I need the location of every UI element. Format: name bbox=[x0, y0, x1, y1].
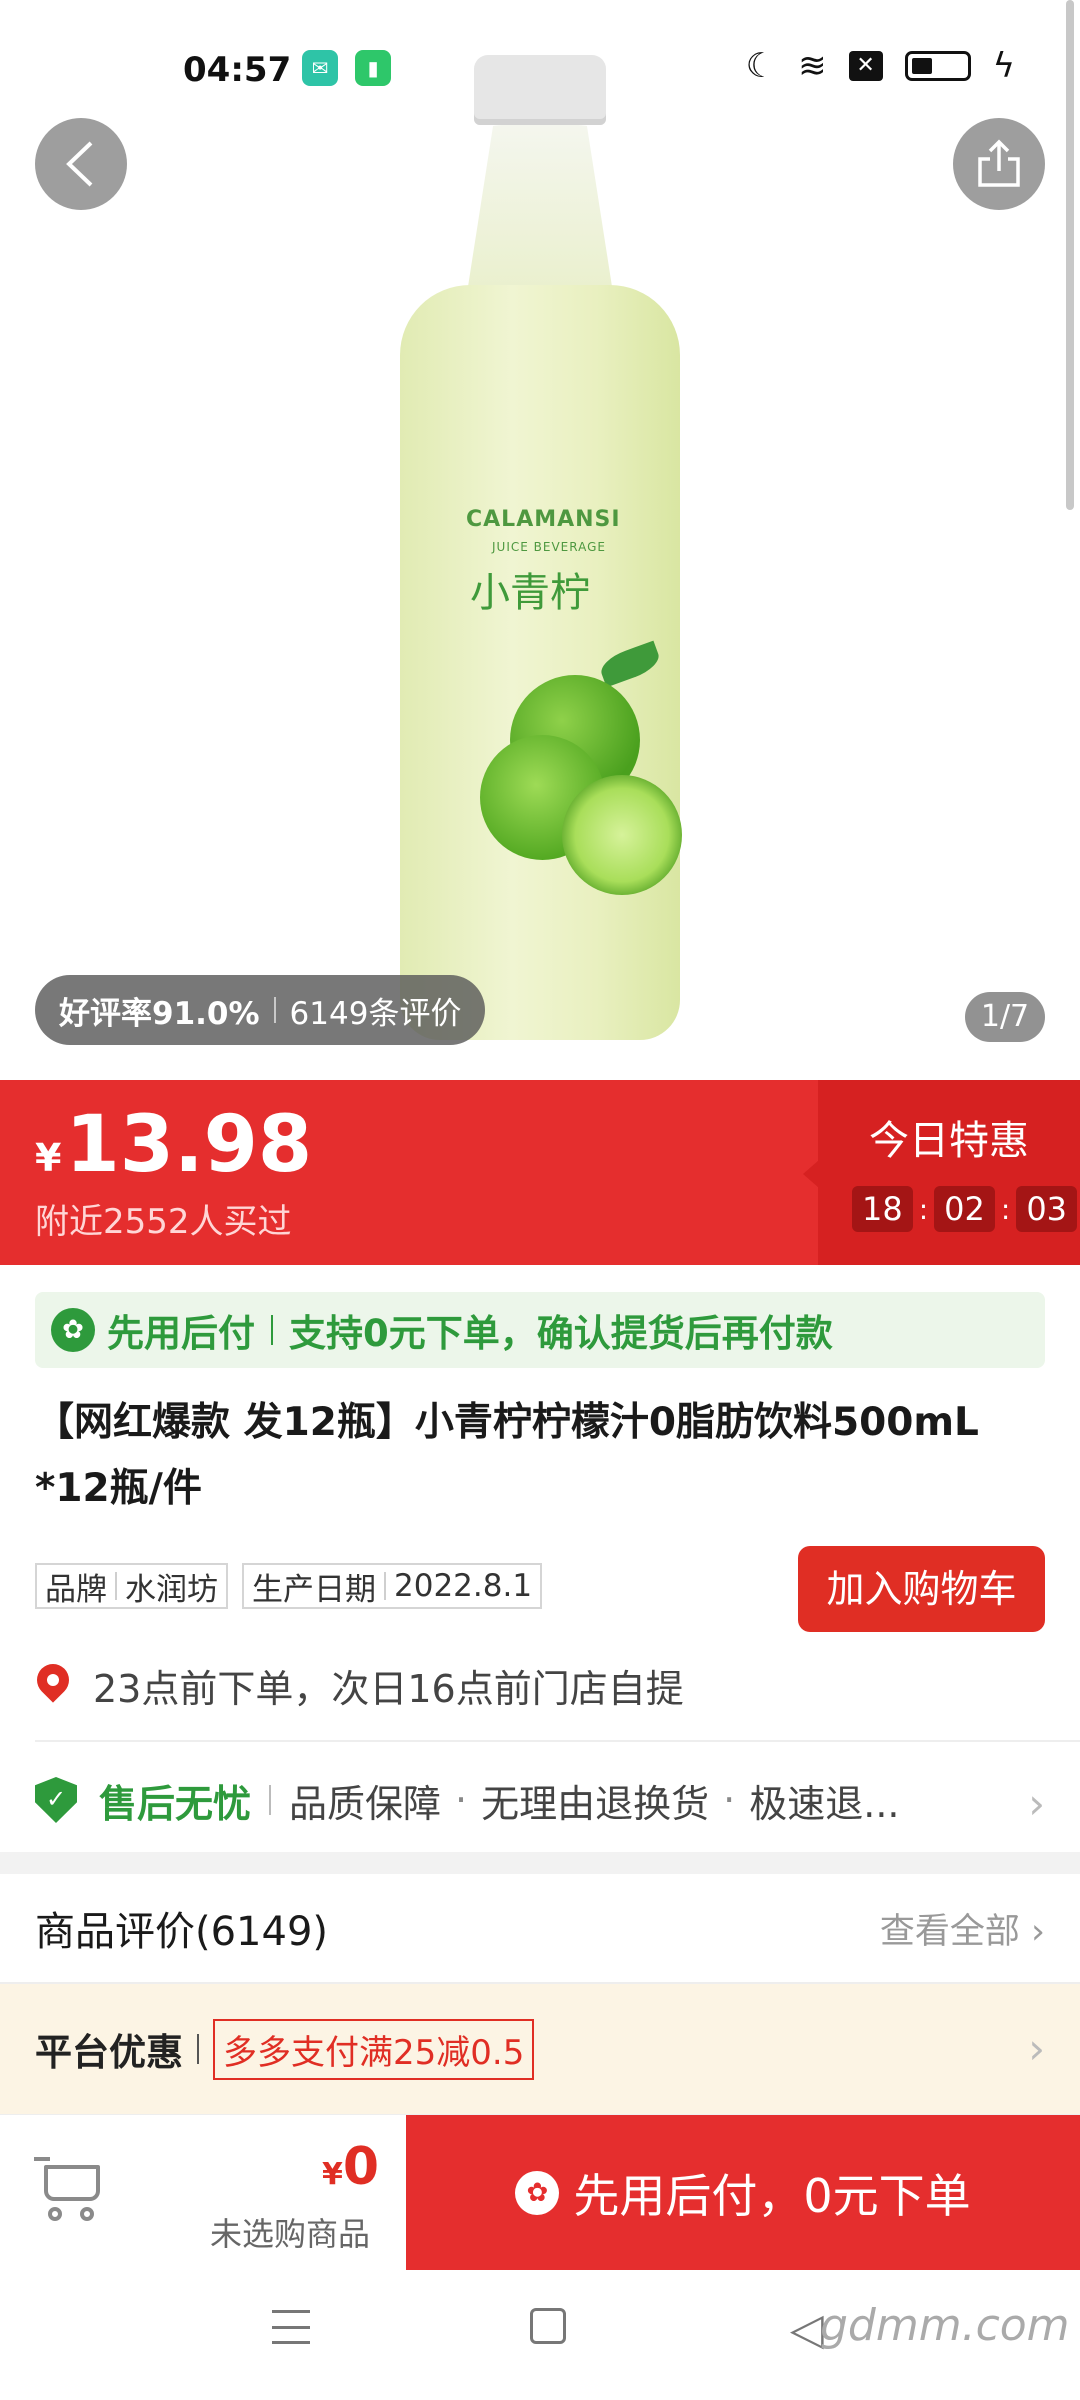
sim-off-icon: ✕ bbox=[848, 51, 883, 81]
divider bbox=[35, 1740, 1080, 1742]
promo-label: 平台优惠 bbox=[35, 2031, 183, 2074]
guarantee-item: 极速退... bbox=[749, 1781, 900, 1826]
bottle-brand-en: CALAMANSI bbox=[466, 507, 621, 532]
after-sale-label: 售后无忧 bbox=[99, 1781, 252, 1826]
image-counter: 1/7 bbox=[965, 992, 1045, 1042]
chevron-right-icon: › bbox=[1028, 1779, 1045, 1828]
back-arrow-icon bbox=[66, 141, 93, 187]
reviews-header[interactable]: 商品评价(6149) 查看全部 › bbox=[35, 1888, 1045, 1968]
attribute-brand: 品牌 水润坊 bbox=[35, 1563, 228, 1609]
charging-icon: ϟ bbox=[992, 46, 1015, 86]
home-icon[interactable] bbox=[530, 2308, 566, 2344]
checkout-bar: ¥ 0 未选购商品 ✿ 先用后付，0元下单 bbox=[0, 2114, 1080, 2271]
pay-later-icon: ✿ bbox=[515, 2171, 560, 2215]
buy-button-label: 先用后付，0元下单 bbox=[573, 2169, 971, 2223]
cart-note: 未选购商品 bbox=[210, 2215, 371, 2253]
daily-deal: 今日特惠 18 : 02 : 03 bbox=[818, 1080, 1080, 1265]
back-button[interactable] bbox=[35, 118, 127, 210]
attribute-key: 生产日期 bbox=[252, 1571, 376, 1608]
menu-icon[interactable] bbox=[272, 2310, 310, 2344]
guarantee-item: 无理由退换货 bbox=[481, 1781, 710, 1826]
price-value: 13.98 bbox=[65, 1100, 313, 1190]
share-button[interactable] bbox=[953, 118, 1045, 210]
watermark: gdmm.com bbox=[820, 2300, 1070, 2351]
price-banner: ¥ 13.98 附近2552人买过 今日特惠 18 : 02 : 03 bbox=[0, 1080, 1080, 1265]
product-title: 【网红爆款 发12瓶】小青柠柠檬汁0脂肪饮料500mL *12瓶/件 bbox=[35, 1400, 979, 1511]
countdown-timer: 18 : 02 : 03 bbox=[852, 1186, 1078, 1232]
product-image-carousel[interactable]: CALAMANSI JUICE BEVERAGE 小青柠 04:57 ✉ ▮ ☾… bbox=[0, 0, 1080, 1080]
pay-later-label: 先用后付 bbox=[107, 1312, 255, 1355]
share-icon bbox=[978, 139, 1020, 187]
attribute-value: 水润坊 bbox=[125, 1571, 218, 1608]
cart-currency: ¥ bbox=[322, 2157, 343, 2192]
battery-icon bbox=[904, 51, 971, 81]
price-currency: ¥ bbox=[35, 1136, 62, 1180]
moon-icon: ☾ bbox=[745, 46, 777, 86]
good-rate: 好评率91.0% bbox=[59, 995, 260, 1032]
product-photo: CALAMANSI JUICE BEVERAGE 小青柠 bbox=[400, 55, 682, 1040]
after-sale-guarantee[interactable]: ✓ 售后无忧 品质保障 · 无理由退换货 · 极速退... › bbox=[35, 1765, 1045, 1835]
timer-hours: 18 bbox=[852, 1186, 913, 1232]
buyer-count: 附近2552人买过 bbox=[35, 1202, 292, 1242]
app-notification-icon: ✉ bbox=[302, 50, 338, 86]
back-triangle-icon[interactable]: ◁ bbox=[790, 2304, 824, 2355]
system-nav-bar: ◁ gdmm.com bbox=[0, 2270, 1080, 2400]
guarantee-item: 品质保障 bbox=[289, 1781, 442, 1826]
timer-minutes: 02 bbox=[934, 1186, 995, 1232]
view-all-reviews-link[interactable]: 查看全部 › bbox=[880, 1903, 1045, 1954]
platform-promo[interactable]: 平台优惠 多多支付满25减0.5 › bbox=[0, 1984, 1080, 2114]
location-pin-icon bbox=[35, 1664, 71, 1708]
timer-seconds: 03 bbox=[1016, 1186, 1078, 1232]
reviews-title: 商品评价(6149) bbox=[35, 1909, 329, 1955]
attribute-key: 品牌 bbox=[45, 1571, 107, 1608]
section-gap bbox=[0, 1852, 1080, 1874]
pay-later-desc: 支持0元下单，确认提货后再付款 bbox=[289, 1312, 833, 1355]
pickup-text: 23点前下单，次日16点前门店自提 bbox=[93, 1667, 684, 1711]
pay-later-buy-button[interactable]: ✿ 先用后付，0元下单 bbox=[406, 2115, 1080, 2271]
status-time: 04:57 bbox=[183, 50, 292, 90]
wifi-icon: ≋ bbox=[798, 46, 827, 86]
add-to-cart-button[interactable]: 加入购物车 bbox=[798, 1546, 1045, 1632]
coupon-badge: 多多支付满25减0.5 bbox=[213, 2018, 535, 2080]
status-bar: 04:57 ✉ ▮ ☾ ≋ ✕ ϟ bbox=[0, 0, 1080, 140]
pickup-info: 23点前下单，次日16点前门店自提 bbox=[35, 1658, 684, 1713]
pay-later-icon: ✿ bbox=[51, 1308, 95, 1352]
pay-later-banner[interactable]: ✿ 先用后付 支持0元下单，确认提货后再付款 bbox=[35, 1292, 1045, 1368]
cart-total-value: 0 bbox=[342, 2137, 380, 2197]
deal-title: 今日特惠 bbox=[869, 1118, 1029, 1164]
attribute-production-date: 生产日期 2022.8.1 bbox=[242, 1563, 543, 1609]
cart-total: ¥ 0 bbox=[322, 2137, 379, 2197]
shield-check-icon: ✓ bbox=[35, 1777, 77, 1823]
shopping-cart-icon[interactable] bbox=[34, 2157, 104, 2223]
bottle-brand-sub: JUICE BEVERAGE bbox=[492, 540, 606, 554]
chevron-right-icon: › bbox=[1028, 2024, 1045, 2073]
battery-saver-icon: ▮ bbox=[355, 50, 391, 86]
review-count: 6149条评价 bbox=[289, 995, 462, 1032]
bottle-brand-cn: 小青柠 bbox=[470, 570, 590, 616]
product-attributes: 品牌 水润坊 生产日期 2022.8.1 bbox=[35, 1563, 543, 1609]
product-page: CALAMANSI JUICE BEVERAGE 小青柠 04:57 ✉ ▮ ☾… bbox=[0, 0, 1080, 2400]
attribute-value: 2022.8.1 bbox=[394, 1568, 533, 1604]
rating-summary[interactable]: 好评率91.0% 6149条评价 bbox=[35, 975, 486, 1045]
